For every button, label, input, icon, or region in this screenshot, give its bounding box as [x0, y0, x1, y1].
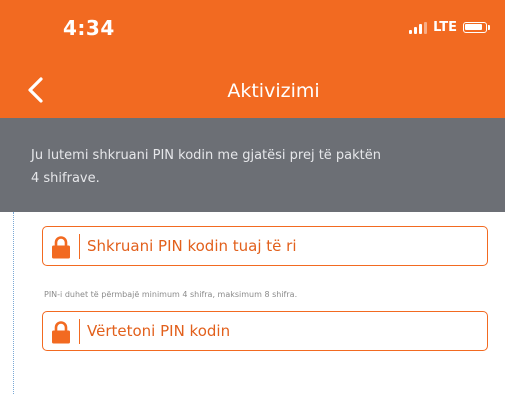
signal-icon [409, 21, 428, 34]
field-divider [79, 234, 80, 259]
new-pin-field[interactable] [42, 226, 488, 266]
battery-icon [463, 22, 490, 33]
lock-icon [52, 236, 70, 259]
info-banner: Ju lutemi shkruani PIN kodin me gjatësi … [0, 118, 505, 212]
status-indicators: LTE [409, 20, 490, 35]
page-title: Aktivizimi [227, 80, 320, 102]
guide-line [13, 212, 14, 394]
status-bar: 4:34 LTE [0, 0, 505, 62]
status-time: 4:34 [63, 16, 115, 40]
pin-helper-text: PIN-i duhet të përmbajë minimum 4 shifra… [44, 290, 298, 299]
confirm-pin-field[interactable] [42, 311, 488, 351]
field-divider [79, 319, 80, 344]
lock-icon [52, 321, 70, 344]
info-message: Ju lutemi shkruani PIN kodin me gjatësi … [31, 148, 382, 186]
confirm-pin-input[interactable] [87, 318, 477, 344]
network-label: LTE [433, 20, 457, 35]
nav-bar: Aktivizimi [0, 62, 505, 118]
activation-screen: 4:34 LTE Aktivizimi Ju lutemi shkruani P… [0, 0, 505, 394]
new-pin-input[interactable] [87, 233, 477, 259]
